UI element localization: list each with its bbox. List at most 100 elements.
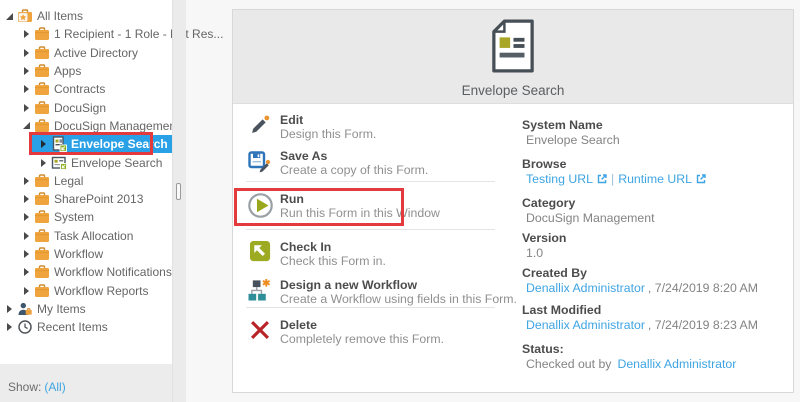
- tree-collapsed-icon[interactable]: [3, 303, 16, 315]
- tree-expanded-icon[interactable]: [20, 120, 33, 132]
- action-delete[interactable]: DeleteCompletely remove this Form.: [246, 318, 444, 346]
- tree-item-active-directory[interactable]: Active Directory: [0, 44, 172, 62]
- action-description: Create a copy of this Form.: [280, 163, 428, 177]
- action-description: Design this Form.: [280, 127, 376, 141]
- tree-collapsed-icon[interactable]: [20, 47, 33, 59]
- action-edit[interactable]: EditDesign this Form.: [246, 113, 376, 141]
- external-link-icon: [696, 174, 706, 184]
- tree-item-envelope-search-view[interactable]: Envelope Search: [0, 153, 172, 171]
- testing-url-link[interactable]: Testing URL: [526, 172, 607, 186]
- detail-label: Created By: [522, 266, 758, 281]
- tree-item-apps[interactable]: Apps: [0, 62, 172, 80]
- sidebar-scrollbar-track[interactable]: [172, 0, 186, 402]
- tree-item-legal[interactable]: Legal: [0, 172, 172, 190]
- action-title: Edit: [280, 113, 376, 127]
- detail-value: Envelope Search: [522, 133, 620, 148]
- tree-item-label: Envelope Search: [71, 156, 162, 170]
- show-label: Show:: [8, 380, 41, 394]
- tree-item-workflow-reports[interactable]: Workflow Reports: [0, 281, 172, 299]
- tree-item-workflow-notifications[interactable]: Workflow Notifications: [0, 263, 172, 281]
- detail-value: DocuSign Management: [522, 211, 655, 226]
- tree-expanded-icon[interactable]: [3, 10, 16, 22]
- action-title: Design a new Workflow: [280, 278, 517, 292]
- tree-item-label: Recent Items: [37, 320, 108, 334]
- tree-item-my-items[interactable]: My Items: [0, 300, 172, 318]
- action-run[interactable]: RunRun this Form in this Window: [246, 192, 440, 220]
- action-separator: [246, 307, 495, 308]
- tree-item-label: System: [54, 210, 94, 224]
- run-icon: [246, 192, 274, 219]
- tree-collapsed-icon[interactable]: [20, 285, 33, 297]
- action-check-in[interactable]: Check InCheck this Form in.: [246, 240, 386, 268]
- tree-collapsed-icon[interactable]: [20, 175, 33, 187]
- tree-item-label: DocuSign: [54, 101, 106, 115]
- link-separator: |: [611, 172, 614, 186]
- modified-by-user-link[interactable]: Denallix Administrator: [526, 318, 645, 332]
- folder-icon: [34, 45, 50, 61]
- tree-collapsed-icon[interactable]: [20, 248, 33, 260]
- tree-collapsed-icon[interactable]: [20, 83, 33, 95]
- folder-icon: [34, 81, 50, 97]
- clock-icon: [17, 319, 33, 335]
- checked-out-user-link[interactable]: Denallix Administrator: [617, 357, 736, 371]
- tree-collapsed-icon[interactable]: [20, 266, 33, 278]
- folder-icon: [34, 246, 50, 262]
- action-title: Delete: [280, 318, 444, 332]
- tree-collapsed-icon[interactable]: [3, 321, 16, 333]
- tree-item-recipient-1-role[interactable]: 1 Recipient - 1 Role - Not Res...: [0, 25, 172, 43]
- tree-item-sharepoint-2013[interactable]: SharePoint 2013: [0, 190, 172, 208]
- tree-item-docusign-management[interactable]: DocuSign Management: [0, 117, 172, 135]
- folder-icon: [34, 264, 50, 280]
- sidebar-scrollbar-thumb[interactable]: [176, 183, 181, 200]
- detail-label: Last Modified: [522, 303, 758, 318]
- detail-last-modified: Last Modified Denallix Administrator, 7/…: [522, 303, 758, 332]
- tree-item-envelope-search-form[interactable]: Envelope Search: [31, 135, 172, 153]
- tree-item-system[interactable]: System: [0, 208, 172, 226]
- tree-item-recent-items[interactable]: Recent Items: [0, 318, 172, 336]
- action-description: Check this Form in.: [280, 254, 386, 268]
- tree-item-contracts[interactable]: Contracts: [0, 80, 172, 98]
- tree-collapsed-icon[interactable]: [20, 211, 33, 223]
- show-all-link[interactable]: (All): [44, 380, 65, 394]
- tree-item-label: DocuSign Management: [54, 119, 179, 133]
- created-date: , 7/24/2019 8:20 AM: [648, 281, 758, 295]
- tree-item-label: Active Directory: [54, 46, 138, 60]
- folder-icon: [34, 228, 50, 244]
- tree-collapsed-icon[interactable]: [20, 230, 33, 242]
- tree-item-all-items[interactable]: All Items: [0, 7, 172, 25]
- tree-item-label: Workflow: [54, 247, 103, 261]
- form-icon: [491, 18, 535, 79]
- tree-collapsed-icon[interactable]: [20, 65, 33, 77]
- action-save-as[interactable]: Save AsCreate a copy of this Form.: [246, 149, 428, 177]
- detail-status: Status: Checked out byDenallix Administr…: [522, 342, 736, 371]
- sidebar-footer: Show:(All): [0, 364, 172, 402]
- tree-item-docusign[interactable]: DocuSign: [0, 98, 172, 116]
- action-design-workflow[interactable]: Design a new WorkflowCreate a Workflow u…: [246, 278, 517, 306]
- detail-value: 1.0: [522, 246, 566, 261]
- detail-label: Status:: [522, 342, 736, 357]
- folder-icon: [34, 63, 50, 79]
- tree-collapsed-icon[interactable]: [37, 157, 50, 169]
- tree-collapsed-icon[interactable]: [20, 102, 33, 114]
- action-description: Create a Workflow using fields in this F…: [280, 292, 517, 306]
- tree-item-task-allocation[interactable]: Task Allocation: [0, 227, 172, 245]
- design-workflow-icon: [246, 278, 274, 301]
- folder-icon: [34, 118, 50, 134]
- action-description: Run this Form in this Window: [280, 206, 440, 220]
- form-details-panel: Envelope Search EditDesign this Form. Sav…: [232, 9, 794, 393]
- folder-icon: [34, 283, 50, 299]
- category-sidebar: All Items1 Recipient - 1 Role - Not Res.…: [0, 0, 186, 402]
- save-as-icon: [246, 149, 274, 173]
- edit-icon: [246, 113, 274, 136]
- tree-collapsed-icon[interactable]: [37, 138, 50, 150]
- action-separator: [246, 229, 495, 230]
- check-in-icon: [246, 240, 274, 263]
- folder-icon: [34, 26, 50, 42]
- runtime-url-link[interactable]: Runtime URL: [618, 172, 706, 186]
- action-title: Save As: [280, 149, 428, 163]
- tree-item-workflow[interactable]: Workflow: [0, 245, 172, 263]
- tree-collapsed-icon[interactable]: [20, 28, 33, 40]
- created-by-user-link[interactable]: Denallix Administrator: [526, 281, 645, 295]
- tree: All Items1 Recipient - 1 Role - Not Res.…: [0, 7, 172, 336]
- tree-collapsed-icon[interactable]: [20, 193, 33, 205]
